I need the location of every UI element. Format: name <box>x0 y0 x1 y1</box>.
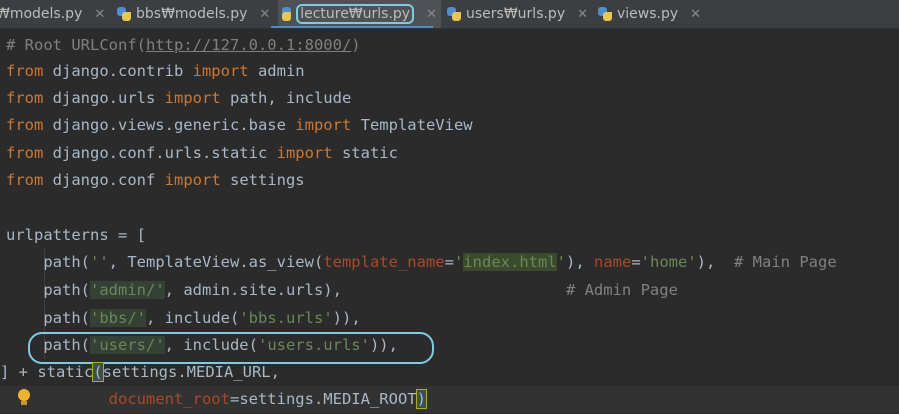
code-editor[interactable]: # Root URLConf(http://127.0.0.1:8000/) f… <box>0 29 899 414</box>
tab-label: views.py <box>617 6 679 22</box>
code-line-path-admin: path('admin/', admin.site.urls), # Admin… <box>6 281 678 299</box>
tab-label: bbs₩models.py <box>136 6 248 22</box>
python-file-icon <box>282 7 292 21</box>
code-line-import: from django.contrib import admin <box>6 62 305 80</box>
close-icon[interactable]: ✕ <box>259 7 270 22</box>
tab-label: users₩urls.py <box>466 6 566 22</box>
code-line-urlpatterns: urlpatterns = [ <box>6 226 146 244</box>
matched-bracket: ) <box>415 389 428 409</box>
close-icon[interactable]: ✕ <box>94 7 105 22</box>
tab-lecture-urls[interactable]: lecture₩urls.py ✕ <box>278 0 441 28</box>
code-line-import: from django.conf import settings <box>6 171 305 189</box>
code-line-import: from django.views.generic.base import Te… <box>6 116 473 134</box>
python-file-icon <box>117 7 131 21</box>
tab-views[interactable]: views.py ✕ <box>598 0 701 28</box>
matched-bracket: ( <box>92 362 104 382</box>
code-line-import: from django.conf.urls.static import stat… <box>6 144 398 162</box>
python-file-icon <box>447 7 461 21</box>
tab-models[interactable]: ₩models.py ✕ <box>0 0 105 28</box>
close-icon[interactable]: ✕ <box>690 7 701 22</box>
close-icon[interactable]: ✕ <box>426 7 437 22</box>
lightbulb-icon[interactable] <box>18 389 30 405</box>
code-line-path-home: path('', TemplateView.as_view(template_n… <box>6 253 837 271</box>
code-line-static: ] + static(settings.MEDIA_URL, <box>0 362 280 382</box>
close-icon[interactable]: ✕ <box>577 7 588 22</box>
selected-text: index.html <box>463 253 557 271</box>
code-line-path-bbs: path('bbs/', include('bbs.urls')), <box>6 309 361 327</box>
tab-bbs-models[interactable]: bbs₩models.py ✕ <box>117 0 270 28</box>
code-line-import: from django.urls import path, include <box>6 89 352 107</box>
code-line-comment: # Root URLConf(http://127.0.0.1:8000/) <box>6 36 361 54</box>
tab-label: lecture₩urls.py <box>296 4 415 24</box>
code-line-document-root: document_root=settings.MEDIA_ROOT) <box>108 389 428 409</box>
python-file-icon <box>598 7 612 21</box>
url-link[interactable]: http://127.0.0.1:8000/ <box>146 36 351 54</box>
active-tab-underline <box>271 26 433 28</box>
editor-tab-bar: ₩models.py ✕ bbs₩models.py ✕ lecture₩url… <box>0 0 899 29</box>
tab-users-urls[interactable]: users₩urls.py ✕ <box>447 0 588 28</box>
tab-label: ₩models.py <box>0 6 83 22</box>
